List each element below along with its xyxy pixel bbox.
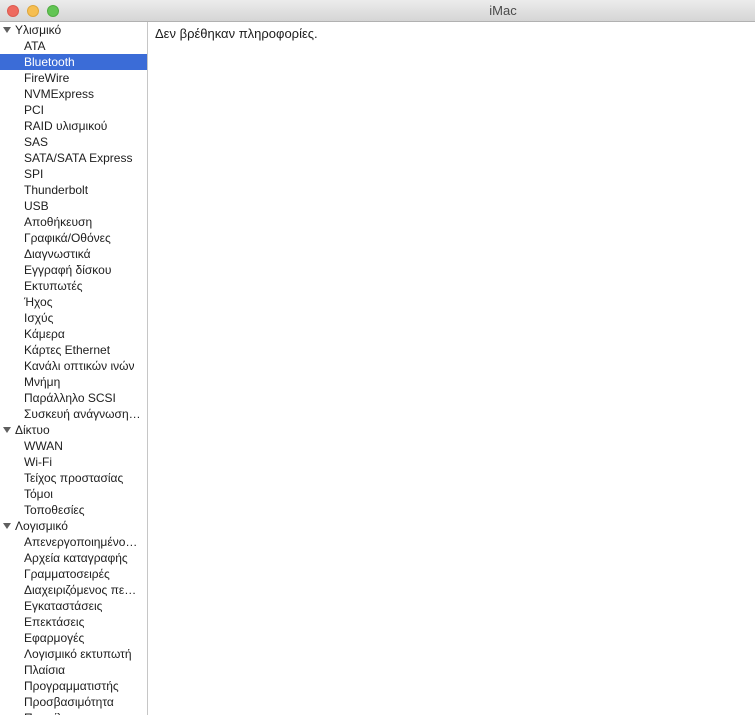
sidebar-item-ata[interactable]: ATA bbox=[0, 38, 147, 54]
sidebar-section-λογισμικό[interactable]: Λογισμικό bbox=[0, 518, 147, 534]
sidebar-item-προγραμματιστής[interactable]: Προγραμματιστής bbox=[0, 678, 147, 694]
sidebar-item-wi-fi[interactable]: Wi-Fi bbox=[0, 454, 147, 470]
system-information-window: iMac Υλισμικό ATA Bluetooth FireWire NVMExpr… bbox=[0, 0, 755, 716]
sidebar-item-αρχεία-καταγραφής[interactable]: Αρχεία καταγραφής bbox=[0, 550, 147, 566]
close-button[interactable] bbox=[7, 5, 19, 17]
sidebar-item-thunderbolt[interactable]: Thunderbolt bbox=[0, 182, 147, 198]
sidebar-item-τοποθεσίες[interactable]: Τοποθεσίες bbox=[0, 502, 147, 518]
window-title: iMac bbox=[489, 3, 517, 18]
content-pane: Δεν βρέθηκαν πληροφορίες. bbox=[148, 22, 755, 715]
sidebar-item-usb[interactable]: USB bbox=[0, 198, 147, 214]
sidebar-item-προσβασιμότητα[interactable]: Προσβασιμότητα bbox=[0, 694, 147, 710]
sidebar-item-επεκτάσεις[interactable]: Επεκτάσεις bbox=[0, 614, 147, 630]
sidebar-item-διαχειριζόμενος-πε[interactable]: Διαχειριζόμενος πε… bbox=[0, 582, 147, 598]
window-body: Υλισμικό ATA Bluetooth FireWire NVMExpress PC… bbox=[0, 22, 755, 715]
empty-message: Δεν βρέθηκαν πληροφορίες. bbox=[155, 26, 318, 41]
sidebar-item-πλαίσια[interactable]: Πλαίσια bbox=[0, 662, 147, 678]
sidebar-item-συσκευή-ανάγνωση[interactable]: Συσκευή ανάγνωση… bbox=[0, 406, 147, 422]
sidebar-item-εγγραφή-δίσκου[interactable]: Εγγραφή δίσκου bbox=[0, 262, 147, 278]
sidebar-section-δίκτυο[interactable]: Δίκτυο bbox=[0, 422, 147, 438]
sidebar-item-εγκαταστάσεις[interactable]: Εγκαταστάσεις bbox=[0, 598, 147, 614]
titlebar[interactable]: iMac bbox=[0, 0, 755, 22]
section-label: Δίκτυο bbox=[15, 423, 50, 437]
sidebar-item-τείχος-προστασίας[interactable]: Τείχος προστασίας bbox=[0, 470, 147, 486]
sidebar-item-nvmexpress[interactable]: NVMExpress bbox=[0, 86, 147, 102]
sidebar-item-raid-υλισμικού[interactable]: RAID υλισμικού bbox=[0, 118, 147, 134]
section-label: Υλισμικό bbox=[15, 23, 62, 37]
sidebar-item-spi[interactable]: SPI bbox=[0, 166, 147, 182]
sidebar-item-προφίλ[interactable]: Προφίλ bbox=[0, 710, 147, 715]
category-sidebar[interactable]: Υλισμικό ATA Bluetooth FireWire NVMExpress PC… bbox=[0, 22, 148, 715]
sidebar-item-wwan[interactable]: WWAN bbox=[0, 438, 147, 454]
section-label: Λογισμικό bbox=[15, 519, 68, 533]
sidebar-item-κάρτες-ethernet[interactable]: Κάρτες Ethernet bbox=[0, 342, 147, 358]
disclosure-triangle-icon[interactable] bbox=[3, 427, 11, 433]
sidebar-item-μνήμη[interactable]: Μνήμη bbox=[0, 374, 147, 390]
sidebar-item-ήχος[interactable]: Ήχος bbox=[0, 294, 147, 310]
sidebar-item-sas[interactable]: SAS bbox=[0, 134, 147, 150]
traffic-lights bbox=[7, 5, 59, 17]
sidebar-item-κάμερα[interactable]: Κάμερα bbox=[0, 326, 147, 342]
zoom-button[interactable] bbox=[47, 5, 59, 17]
sidebar-item-bluetooth[interactable]: Bluetooth bbox=[0, 54, 147, 70]
sidebar-item-απενεργοποιημένο[interactable]: Απενεργοποιημένο… bbox=[0, 534, 147, 550]
sidebar-item-διαγνωστικά[interactable]: Διαγνωστικά bbox=[0, 246, 147, 262]
sidebar-item-γραφικά-οθόνες[interactable]: Γραφικά/Οθόνες bbox=[0, 230, 147, 246]
sidebar-item-παράλληλο-scsi[interactable]: Παράλληλο SCSI bbox=[0, 390, 147, 406]
disclosure-triangle-icon[interactable] bbox=[3, 27, 11, 33]
minimize-button[interactable] bbox=[27, 5, 39, 17]
sidebar-section-υλισμικό[interactable]: Υλισμικό bbox=[0, 22, 147, 38]
sidebar-item-εφαρμογές[interactable]: Εφαρμογές bbox=[0, 630, 147, 646]
disclosure-triangle-icon[interactable] bbox=[3, 523, 11, 529]
sidebar-item-pci[interactable]: PCI bbox=[0, 102, 147, 118]
sidebar-item-λογισμικό-εκτυπωτή[interactable]: Λογισμικό εκτυπωτή bbox=[0, 646, 147, 662]
sidebar-item-τόμοι[interactable]: Τόμοι bbox=[0, 486, 147, 502]
sidebar-item-γραμματοσειρές[interactable]: Γραμματοσειρές bbox=[0, 566, 147, 582]
sidebar-item-αποθήκευση[interactable]: Αποθήκευση bbox=[0, 214, 147, 230]
sidebar-item-κανάλι-οπτικών-ινών[interactable]: Κανάλι οπτικών ινών bbox=[0, 358, 147, 374]
sidebar-item-ισχύς[interactable]: Ισχύς bbox=[0, 310, 147, 326]
sidebar-item-εκτυπωτές[interactable]: Εκτυπωτές bbox=[0, 278, 147, 294]
sidebar-item-sata-sata-express[interactable]: SATA/SATA Express bbox=[0, 150, 147, 166]
sidebar-item-firewire[interactable]: FireWire bbox=[0, 70, 147, 86]
